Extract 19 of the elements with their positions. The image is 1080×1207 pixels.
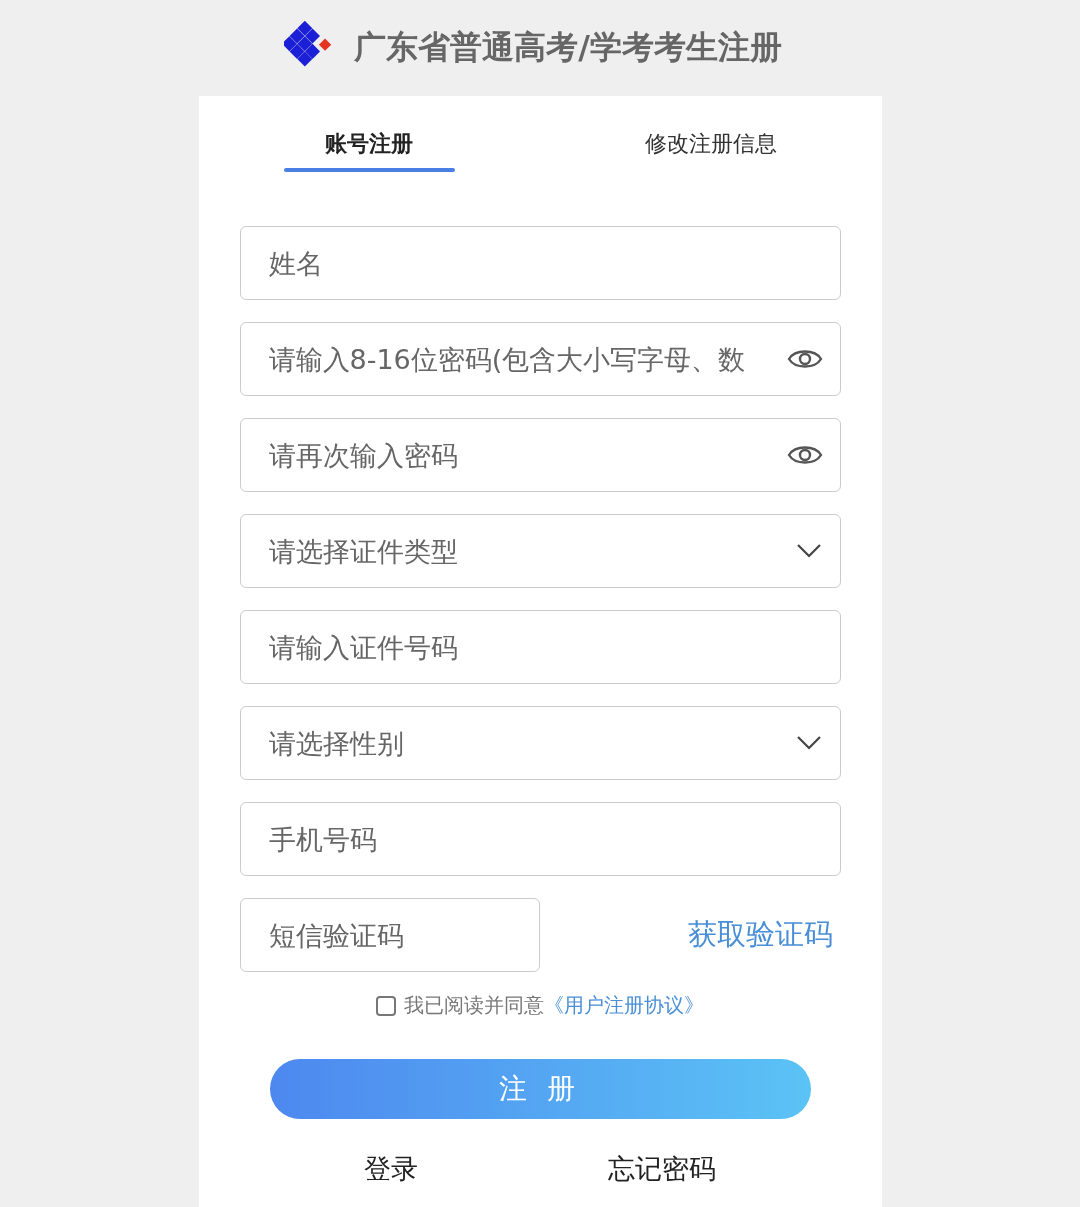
footer-link[interactable]: 登录 (364, 1151, 419, 1187)
agreement-text: 我已阅读并同意 (404, 992, 544, 1019)
tab[interactable]: 修改注册信息 (540, 96, 882, 172)
input-field[interactable]: 短信验证码 (239, 898, 540, 972)
eye-icon[interactable] (786, 347, 823, 371)
input-field[interactable]: 请选择性别 (239, 706, 841, 780)
input-field[interactable]: 手机号码 (239, 802, 841, 876)
input-field[interactable]: 请输入证件号码 (239, 610, 841, 684)
chevron-down-icon (796, 736, 821, 750)
input-field[interactable]: 姓名 (239, 226, 841, 300)
checkbox[interactable] (376, 995, 396, 1016)
input-field[interactable]: 请再次输入密码 (239, 418, 841, 492)
page-title: 广东省普通高考/学考考生注册 (354, 27, 782, 68)
input-field[interactable]: 请输入8-16位密码(包含大小写字母、数 (239, 322, 841, 396)
chevron-down-icon (796, 544, 821, 558)
input-field[interactable]: 请选择证件类型 (239, 514, 841, 588)
footer-link[interactable]: 忘记密码 (607, 1151, 716, 1187)
tab[interactable]: 账号注册 (198, 96, 540, 172)
eye-icon[interactable] (786, 443, 823, 467)
